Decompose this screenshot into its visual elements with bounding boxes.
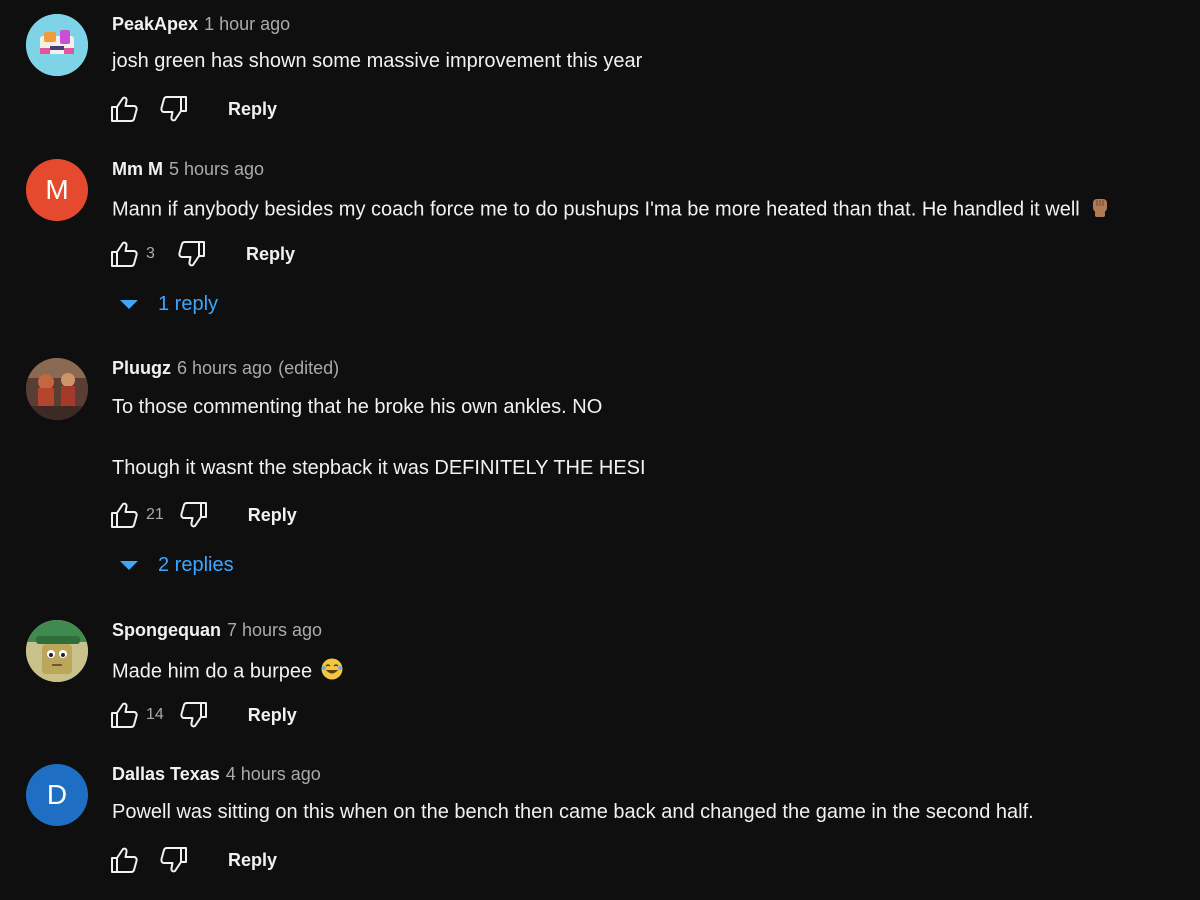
comment-text: josh green has shown some massive improv… — [112, 50, 643, 72]
thumbs-up-icon — [111, 241, 138, 267]
avatar[interactable] — [26, 14, 88, 76]
like-count: 3 — [146, 245, 155, 262]
like-button[interactable] — [108, 93, 140, 125]
thumbs-down-icon — [178, 241, 205, 267]
author-name[interactable]: Pluugz — [112, 358, 171, 378]
comment-text-content: Made him do a burpee — [112, 660, 313, 683]
comment-text: Mann if anybody besides my coach force m… — [112, 195, 1112, 225]
like-button[interactable] — [108, 238, 140, 270]
comment-header: Dallas Texas 4 hours ago — [112, 764, 321, 785]
replies-label: 1 reply — [158, 293, 219, 315]
photo-avatar-icon — [26, 358, 88, 420]
thumbs-up-icon — [111, 847, 138, 873]
dislike-button[interactable] — [176, 238, 208, 270]
comment-actions: 21 Reply — [108, 499, 297, 531]
author-name[interactable]: Dallas Texas — [112, 764, 220, 784]
comments-section: PeakApex 1 hour ago josh green has shown … — [0, 0, 1200, 900]
avatar[interactable] — [26, 358, 88, 420]
timestamp[interactable]: 4 hours ago — [226, 764, 321, 784]
avatar-letter: D — [46, 779, 68, 810]
like-count: 14 — [146, 706, 164, 723]
like-button[interactable] — [108, 699, 140, 731]
thumbs-down-icon — [160, 96, 187, 122]
comment-text: Powell was sitting on this when on the b… — [112, 801, 1034, 823]
comment-actions: 14 Reply — [108, 699, 297, 731]
comment-text-line: To those commenting that he broke his ow… — [112, 396, 603, 418]
thumbs-down-icon — [180, 702, 207, 728]
timestamp[interactable]: 5 hours ago — [169, 159, 264, 179]
comment-header: Mm M 5 hours ago — [112, 159, 264, 180]
comment-header: Spongequan 7 hours ago — [112, 620, 322, 641]
dislike-button[interactable] — [158, 844, 190, 876]
thumbs-down-icon — [160, 847, 187, 873]
thumbs-up-icon — [111, 96, 138, 122]
view-replies-button[interactable]: 2 replies — [120, 554, 234, 577]
timestamp[interactable]: 1 hour ago — [204, 14, 290, 34]
thumbs-down-icon — [180, 502, 207, 528]
like-count: 21 — [146, 506, 164, 523]
dislike-button[interactable] — [178, 699, 210, 731]
reply-button[interactable]: Reply — [228, 850, 277, 871]
reply-button[interactable]: Reply — [248, 705, 297, 726]
comment-actions: Reply — [108, 93, 277, 125]
edited-label: (edited) — [278, 358, 340, 378]
cartoon-cap-avatar-icon — [26, 620, 88, 682]
raised-fist-emoji — [1088, 195, 1112, 225]
reply-button[interactable]: Reply — [248, 505, 297, 526]
timestamp[interactable]: 6 hours ago — [177, 358, 272, 378]
caret-down-icon — [120, 561, 138, 570]
cartoon-avatar-icon — [26, 14, 88, 76]
dislike-button[interactable] — [178, 499, 210, 531]
laughing-emoji — [320, 657, 344, 687]
author-name[interactable]: Spongequan — [112, 620, 221, 640]
thumbs-up-icon — [111, 502, 138, 528]
like-button[interactable] — [108, 844, 140, 876]
dislike-button[interactable] — [158, 93, 190, 125]
comment-actions: Reply — [108, 844, 277, 876]
author-name[interactable]: Mm M — [112, 159, 163, 179]
comment-actions: 3 Reply — [108, 238, 295, 270]
like-button[interactable] — [108, 499, 140, 531]
timestamp[interactable]: 7 hours ago — [227, 620, 322, 640]
comment-text-line: Though it wasnt the stepback it was DEFI… — [112, 457, 646, 479]
reply-button[interactable]: Reply — [228, 99, 277, 120]
avatar[interactable]: M — [26, 159, 88, 221]
view-replies-button[interactable]: 1 reply — [120, 293, 218, 316]
avatar[interactable]: D — [26, 764, 88, 826]
comment-text: Made him do a burpee — [112, 657, 344, 687]
raised-fist-icon — [1092, 199, 1107, 217]
comment-header: Pluugz 6 hours ago (edited) — [112, 358, 339, 379]
reply-button[interactable]: Reply — [246, 244, 295, 265]
replies-label: 2 replies — [158, 554, 234, 576]
comment-header: PeakApex 1 hour ago — [112, 14, 290, 35]
author-name[interactable]: PeakApex — [112, 14, 198, 34]
avatar-letter: M — [45, 174, 69, 205]
avatar[interactable] — [26, 620, 88, 682]
caret-down-icon — [120, 300, 138, 309]
thumbs-up-icon — [111, 702, 138, 728]
laughing-icon — [321, 658, 343, 680]
comment-text-content: Mann if anybody besides my coach force m… — [112, 198, 1080, 221]
